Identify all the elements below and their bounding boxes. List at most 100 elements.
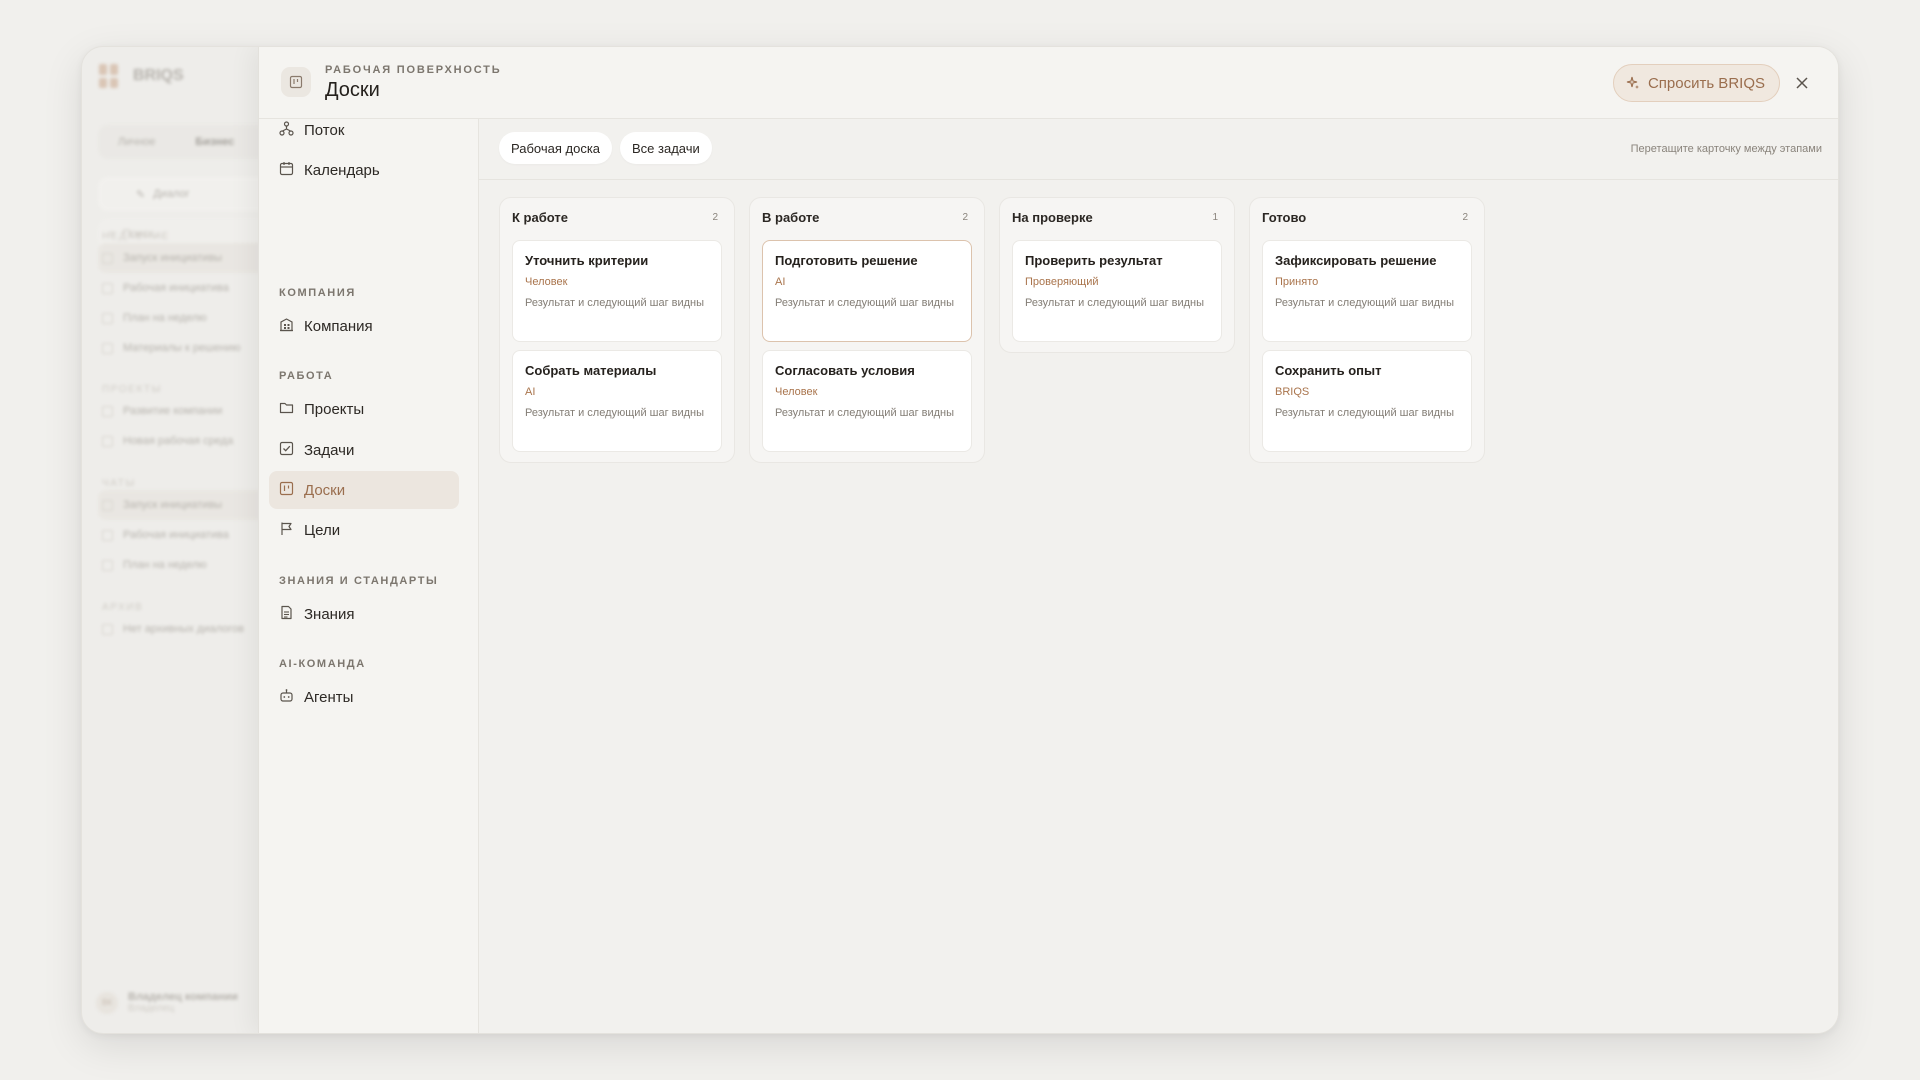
boards-panel: РАБОЧАЯ ПОВЕРХНОСТЬ Доски Спросить BRIQS… [258, 47, 1838, 1033]
nav-item-robot[interactable]: Агенты [269, 678, 459, 716]
nav-item-flow[interactable]: Поток [269, 111, 459, 149]
board-column: В работе 2 Подготовить решение AI Результат … [749, 197, 985, 463]
nav-item-label: Знания [304, 605, 355, 623]
document-icon [279, 605, 294, 624]
column-title: К работе [512, 210, 568, 225]
task-card[interactable]: Уточнить критерии Человек Результат и след… [512, 240, 722, 342]
avatar: ВК [96, 991, 118, 1014]
column-title: Готово [1262, 210, 1307, 225]
task-card[interactable]: Зафиксировать решение Принято Результат и … [1262, 240, 1472, 342]
chat-icon [102, 312, 113, 324]
background-item-label: Материалы к решению [123, 342, 241, 354]
nav-section-title: РАБОТА [279, 370, 334, 382]
column-header: К работе 2 [512, 210, 718, 225]
task-card[interactable]: Собрать материалы AI Результат и следующий… [512, 350, 722, 452]
background-sidebar: BRIQS Личное Бизнес ✎ Диалог ○ Поиск... … [82, 47, 298, 1033]
card-assignee-tag: Человек [775, 386, 818, 398]
logo: BRIQS [99, 64, 184, 88]
card-description: Результат и следующий шаг видны [1025, 297, 1205, 309]
nav-item-label: Доски [304, 481, 346, 499]
card-description: Результат и следующий шаг видны [775, 297, 955, 309]
nav-item-checkbox[interactable]: Задачи [269, 431, 459, 469]
board-icon [279, 481, 294, 500]
nav-item-label: Календарь [304, 161, 380, 179]
checkbox-icon [279, 441, 294, 460]
robot-icon [279, 688, 294, 707]
background-item-label: Рабочая инициатива [123, 282, 229, 294]
chat-icon [102, 529, 113, 541]
flow-icon [279, 120, 294, 140]
task-card[interactable]: Подготовить решение AI Результат и следующ… [762, 240, 972, 342]
board-column: На проверке 1 Проверить результат Проверяющ… [999, 197, 1235, 353]
nav-item-label: Задачи [304, 441, 355, 459]
card-description: Результат и следующий шаг видны [1275, 297, 1455, 309]
page-title: Доски [325, 79, 380, 101]
tab-all-tasks[interactable]: Все задачи [620, 132, 712, 164]
nav-item-label: Проекты [304, 400, 365, 418]
task-card[interactable]: Сохранить опыт BRIQS Результат и следующий… [1262, 350, 1472, 452]
chat-icon [102, 435, 113, 447]
user-role: Владелец [128, 1003, 175, 1014]
card-title: Согласовать условия [775, 363, 915, 378]
calendar-icon [279, 161, 294, 180]
card-title: Подготовить решение [775, 253, 918, 268]
board-content: Рабочая доска Все задачи Перетащите карт… [479, 119, 1838, 1033]
background-item-label: Нет архивных диалогов [123, 623, 244, 635]
background-item-label: Запуск инициативы [123, 499, 223, 511]
card-title: Уточнить критерии [525, 253, 649, 268]
card-assignee-tag: Принято [1275, 276, 1319, 288]
task-card[interactable]: Проверить результат Проверяющий Результат … [1012, 240, 1222, 342]
card-title: Зафиксировать решение [1275, 253, 1437, 268]
nav-item-board[interactable]: Доски [269, 471, 459, 509]
background-item-label: Запуск инициативы [123, 252, 223, 264]
user-name: Владелец компании [128, 991, 238, 1003]
nav-section-title: AI-КОМАНДА [279, 658, 366, 670]
background-item-label: План на неделю [123, 559, 207, 571]
chat-icon [102, 405, 113, 417]
logo-text: BRIQS [133, 67, 184, 84]
new-dialog-label: Диалог [153, 188, 190, 200]
background-section-title: НЕДАВНИЕ [102, 231, 170, 242]
card-description: Результат и следующий шаг видны [775, 407, 955, 419]
nav-item-flag[interactable]: Цели [269, 511, 459, 549]
nav-item-building[interactable]: Компания [269, 307, 459, 345]
background-item-label: План на неделю [123, 312, 207, 324]
card-description: Результат и следующий шаг видны [1275, 407, 1455, 419]
chat-icon [102, 623, 113, 635]
nav-item-label: Агенты [304, 688, 354, 706]
column-header: В работе 2 [762, 210, 968, 225]
column-count-badge: 1 [1212, 212, 1218, 223]
panel-header: РАБОЧАЯ ПОВЕРХНОСТЬ Доски Спросить BRIQS [259, 47, 1838, 119]
background-item-label: Рабочая инициатива [123, 529, 229, 541]
background-item-label: Развитие компании [123, 405, 223, 417]
nav-item-label: Поток [304, 121, 345, 139]
app-window: BRIQS Личное Бизнес ✎ Диалог ○ Поиск... … [81, 46, 1839, 1034]
tab-work-board[interactable]: Рабочая доска [499, 132, 613, 164]
background-item-label: Новая рабочая среда [123, 435, 234, 447]
edit-icon: ✎ [136, 188, 146, 201]
task-card[interactable]: Согласовать условия Человек Результат и сл… [762, 350, 972, 452]
chat-icon [102, 559, 113, 571]
close-button[interactable] [1792, 73, 1812, 93]
nav-item-label: Цели [304, 521, 341, 539]
tab-personal: Личное [118, 136, 156, 148]
nav-item-folder[interactable]: Проекты [269, 390, 459, 428]
card-assignee-tag: Человек [525, 276, 568, 288]
card-title: Собрать материалы [525, 363, 657, 378]
chat-icon [102, 252, 113, 264]
ask-briqs-button[interactable]: Спросить BRIQS [1612, 64, 1780, 102]
card-description: Результат и следующий шаг видны [525, 407, 705, 419]
board-icon [281, 67, 311, 97]
folder-icon [279, 400, 294, 419]
nav-item-document[interactable]: Знания [269, 595, 459, 633]
column-title: В работе [762, 210, 820, 225]
background-section-title: АРХИВ [102, 602, 144, 613]
column-header: На проверке 1 [1012, 210, 1218, 225]
column-header: Готово 2 [1262, 210, 1468, 225]
card-assignee-tag: Проверяющий [1025, 276, 1099, 288]
tab-business: Бизнес [195, 136, 235, 148]
flag-icon [279, 521, 294, 540]
nav-item-calendar[interactable]: Календарь [269, 151, 459, 189]
nav-section-title: ЗНАНИЯ И СТАНДАРТЫ [279, 575, 439, 587]
background-section-title: ПРОЕКТЫ [102, 384, 163, 395]
